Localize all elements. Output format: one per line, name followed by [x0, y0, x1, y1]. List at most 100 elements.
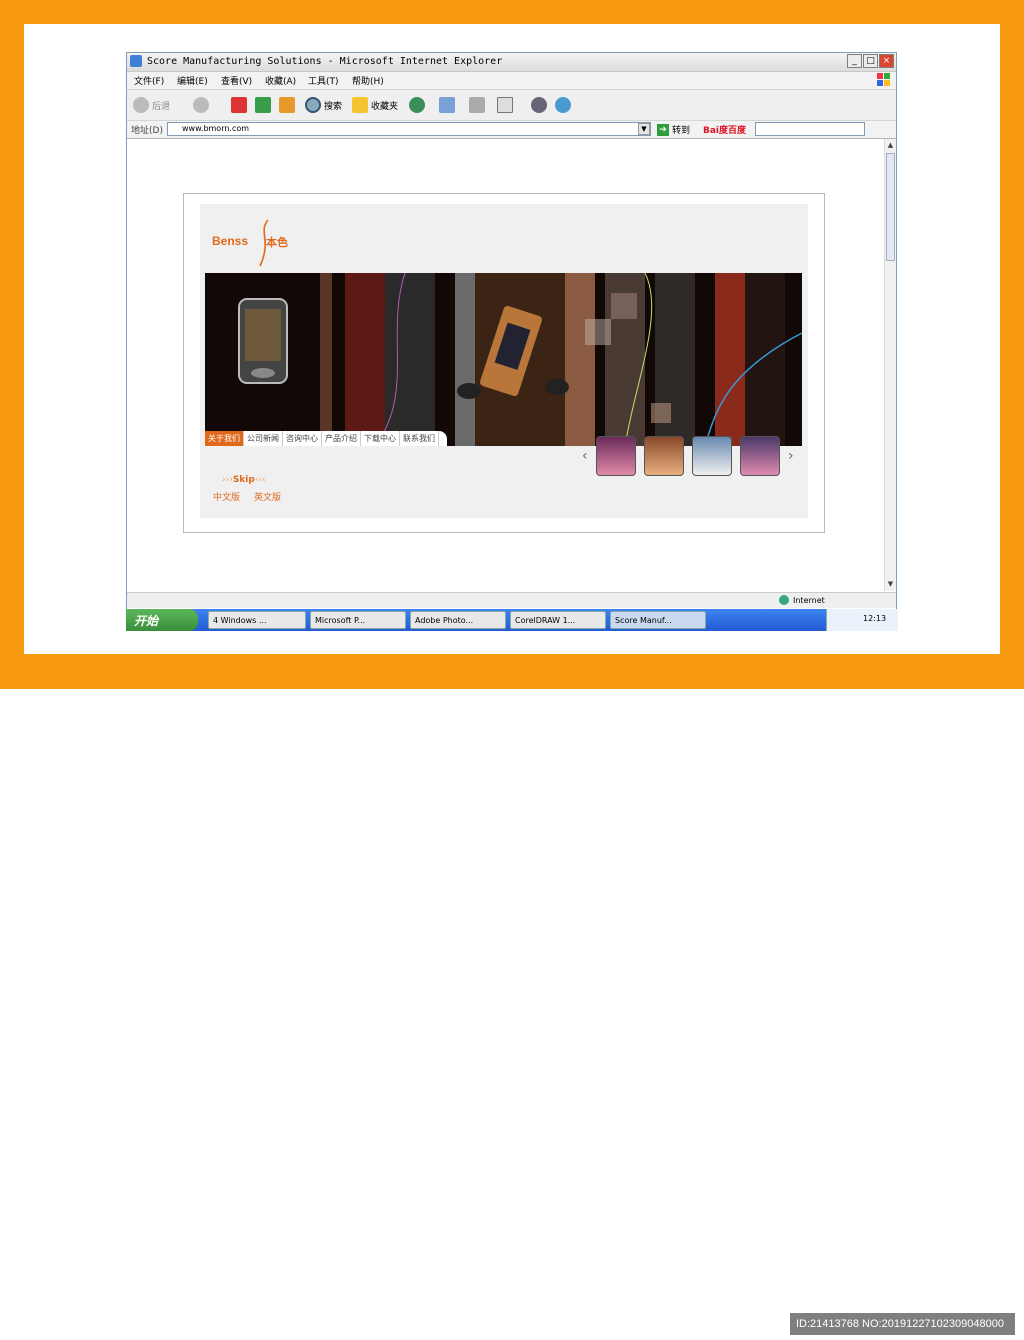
frame-bottom: 昵享网 www.nipic.com ID:21413768 NO:2019122… [0, 654, 1024, 1339]
menu-favorites[interactable]: 收藏(A) [265, 74, 296, 87]
page-viewport: Benss 本色 关于我们 公司新闻 咨询中心 产品介绍 下载中心 联系我们 ‹… [127, 139, 884, 591]
brand-logo[interactable]: Benss [212, 234, 248, 248]
ie-window: Score Manufacturing Solutions - Microsof… [126, 52, 897, 631]
printer-icon [469, 97, 485, 113]
address-dropdown-icon[interactable]: ▼ [638, 123, 650, 135]
start-button[interactable]: 开始 [126, 609, 198, 631]
back-arrow-icon [133, 97, 149, 113]
search-button[interactable]: 搜索 [305, 95, 342, 115]
task-powerpoint[interactable]: Microsoft P... [310, 611, 406, 629]
search-label: 搜索 [324, 101, 343, 112]
menu-file[interactable]: 文件(F) [134, 74, 164, 87]
task-coreldraw[interactable]: CorelDRAW 1... [510, 611, 606, 629]
product-thumb-2[interactable] [644, 436, 684, 476]
nav-download[interactable]: 下载中心 [361, 431, 400, 446]
lang-chinese-link[interactable]: 中文版 [213, 490, 240, 503]
image-id-label: ID:21413768 NO:20191227102309048000 [790, 1313, 1015, 1335]
ie-icon [130, 55, 142, 67]
banner-graphics [238, 273, 802, 446]
watermark-logo: 昵享网 [18, 1317, 78, 1339]
menu-edit[interactable]: 编辑(E) [177, 74, 208, 87]
nav-news[interactable]: 公司新闻 [244, 431, 283, 446]
banner-nav: 关于我们 公司新闻 咨询中心 产品介绍 下载中心 联系我们 [205, 431, 447, 446]
baidu-logo[interactable]: Bai度百度 [703, 123, 746, 136]
task-photoshop[interactable]: Adobe Photo... [410, 611, 506, 629]
messenger-button[interactable] [555, 95, 574, 115]
close-button[interactable]: × [879, 54, 894, 68]
skip-chevrons-left: ››› [222, 475, 233, 485]
window-title: Score Manufacturing Solutions - Microsof… [147, 56, 503, 67]
mail-button[interactable] [439, 95, 458, 115]
nav-about[interactable]: 关于我们 [205, 431, 244, 446]
frame-top [0, 0, 1024, 24]
menu-view[interactable]: 查看(V) [221, 74, 252, 87]
address-label: 地址(D) [131, 126, 163, 136]
maximize-button[interactable]: □ [863, 54, 878, 68]
go-button[interactable]: ➔ 转到 [657, 123, 690, 136]
refresh-button[interactable] [255, 95, 274, 115]
baidu-search-input[interactable] [755, 122, 865, 136]
start-label: 开始 [134, 613, 159, 628]
zone-label: Internet [793, 595, 825, 605]
scroll-up-icon[interactable]: ▲ [886, 140, 895, 151]
discuss-icon [531, 97, 547, 113]
minimize-button[interactable]: _ [847, 54, 862, 68]
security-zone: Internet [779, 595, 825, 605]
stop-icon [231, 97, 247, 113]
windows-logo-icon [877, 73, 890, 86]
globe-icon [779, 595, 789, 605]
nav-contact[interactable]: 联系我们 [400, 431, 439, 446]
star-icon [352, 97, 368, 113]
address-bar: 地址(D) www.bmorn.com ▼ ➔ 转到 Bai度百度 [127, 121, 896, 139]
product-thumb-4[interactable] [740, 436, 780, 476]
taskbar: 开始 4 Windows ... Microsoft P... Adobe Ph… [126, 609, 898, 631]
title-bar: Score Manufacturing Solutions - Microsof… [127, 53, 896, 72]
page-content: Benss 本色 关于我们 公司新闻 咨询中心 产品介绍 下载中心 联系我们 ‹… [200, 204, 808, 518]
home-button[interactable] [279, 95, 298, 115]
back-label: 后退 [152, 101, 171, 112]
watermark-url: www.nipic.com [100, 1318, 193, 1334]
status-bar: Internet [127, 592, 896, 608]
brand-chinese: 本色 [266, 236, 288, 249]
favorites-button[interactable]: 收藏夹 [352, 95, 398, 115]
toolbar: 后退 搜索 收藏夹 [127, 90, 896, 121]
messenger-icon [555, 97, 571, 113]
scroll-thumb[interactable] [886, 153, 895, 261]
chevron-left-icon[interactable]: ‹ [582, 448, 588, 464]
task-windows[interactable]: 4 Windows ... [208, 611, 306, 629]
skip-link[interactable]: ›››Skip‹‹‹ [222, 475, 266, 485]
nav-products[interactable]: 产品介绍 [322, 431, 361, 446]
edit-button[interactable] [497, 95, 516, 115]
forward-button[interactable] [193, 95, 212, 115]
menu-bar: 文件(F) 编辑(E) 查看(V) 收藏(A) 工具(T) 帮助(H) [127, 72, 896, 90]
clock: 12:13 [863, 614, 887, 623]
forward-arrow-icon [193, 97, 209, 113]
product-thumb-3[interactable] [692, 436, 732, 476]
product-thumb-1[interactable] [596, 436, 636, 476]
mail-icon [439, 97, 455, 113]
stop-button[interactable] [231, 95, 250, 115]
history-button[interactable] [409, 95, 428, 115]
frame-right [1000, 0, 1024, 689]
menu-help[interactable]: 帮助(H) [352, 74, 384, 87]
lang-english-link[interactable]: 英文版 [254, 490, 281, 503]
search-icon [305, 97, 321, 113]
frame-left [0, 0, 24, 689]
scroll-down-icon[interactable]: ▼ [886, 579, 895, 590]
word-icon [497, 97, 513, 113]
print-button[interactable] [469, 95, 488, 115]
go-label: 转到 [672, 126, 691, 136]
favorites-label: 收藏夹 [371, 101, 399, 112]
menu-tools[interactable]: 工具(T) [308, 74, 339, 87]
chevron-right-icon[interactable]: › [788, 448, 794, 464]
discuss-button[interactable] [531, 95, 550, 115]
refresh-icon [255, 97, 271, 113]
back-button[interactable]: 后退 [133, 95, 170, 115]
address-input[interactable]: www.bmorn.com [167, 122, 651, 136]
home-icon [279, 97, 295, 113]
go-arrow-icon: ➔ [657, 123, 669, 136]
vertical-scrollbar[interactable]: ▲ ▼ [884, 139, 896, 591]
page-frame: Benss 本色 关于我们 公司新闻 咨询中心 产品介绍 下载中心 联系我们 ‹… [183, 193, 825, 533]
task-ie[interactable]: Score Manuf... [610, 611, 706, 629]
nav-consult[interactable]: 咨询中心 [283, 431, 322, 446]
